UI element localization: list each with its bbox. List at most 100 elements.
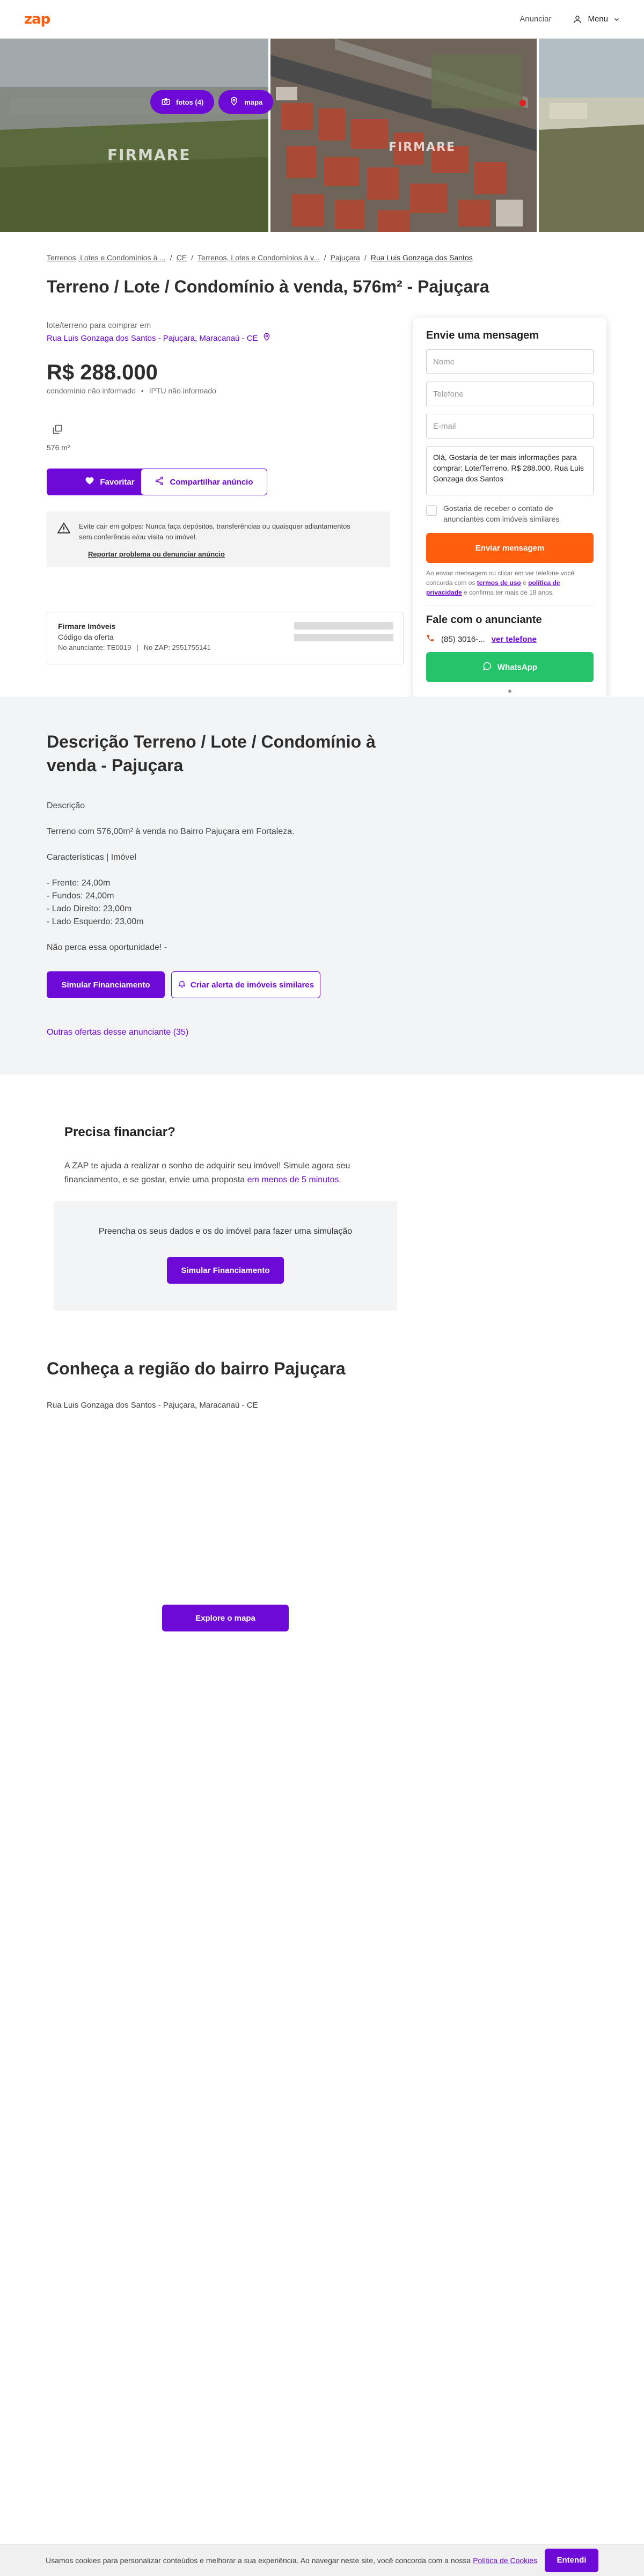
warning-icon bbox=[57, 522, 71, 536]
desc-line: Não perca essa oportunidade! - bbox=[47, 943, 167, 952]
terms-link[interactable]: termos de uso bbox=[477, 579, 521, 587]
similar-label: Gostaria de receber o contato de anuncia… bbox=[443, 504, 560, 523]
listing-address[interactable]: Rua Luis Gonzaga dos Santos - Pajuçara, … bbox=[47, 333, 271, 343]
desc-line: Características | Imóvel bbox=[47, 853, 136, 862]
talk-title: Fale com o anunciante bbox=[426, 614, 542, 626]
breadcrumb-item[interactable]: CE bbox=[177, 253, 187, 262]
announce-link[interactable]: Anunciar bbox=[519, 14, 551, 24]
share-label: Compartilhar anúncio bbox=[170, 477, 253, 487]
heart-icon bbox=[85, 476, 94, 488]
desc-line: Descrição bbox=[47, 801, 85, 810]
listing-subtitle: lote/terreno para comprar em bbox=[47, 321, 151, 330]
breadcrumb-separator: / bbox=[191, 253, 194, 262]
favorite-label: Favoritar bbox=[100, 477, 135, 487]
report-link[interactable]: Reportar problema ou denunciar anúncio bbox=[88, 550, 379, 558]
bell-icon bbox=[178, 979, 186, 990]
iptu-fee: IPTU não informado bbox=[149, 386, 216, 395]
see-phone-link[interactable]: ver telefone bbox=[492, 635, 537, 644]
description-body: Descrição Terreno com 576,00m² à venda n… bbox=[47, 800, 422, 967]
phone-icon bbox=[426, 634, 435, 645]
email-field[interactable]: E-mail bbox=[426, 414, 594, 438]
map-pin-icon bbox=[262, 333, 271, 343]
other-offers-link[interactable]: Outras ofertas desse anunciante (35) bbox=[47, 1028, 188, 1037]
region-address: Rua Luis Gonzaga dos Santos - Pajuçara, … bbox=[47, 1401, 258, 1410]
finance-highlight: em menos de 5 minutos. bbox=[247, 1175, 341, 1184]
cookie-accept-button[interactable]: Entendi bbox=[545, 2548, 598, 2572]
breadcrumb: Terrenos, Lotes e Condomínios à ... / CE… bbox=[47, 253, 473, 262]
name-field[interactable]: Nome bbox=[426, 349, 594, 374]
photos-button[interactable]: fotos (4) bbox=[150, 90, 215, 114]
condo-fee: condomínio não informado bbox=[47, 386, 136, 395]
menu-button[interactable]: Menu bbox=[573, 14, 620, 24]
finance-box-text: Preencha os seus dados e os do imóvel pa… bbox=[98, 1227, 353, 1236]
top-header: zap Anunciar Menu bbox=[0, 0, 644, 39]
desc-line: Terreno com 576,00m² à venda no Bairro P… bbox=[47, 827, 295, 836]
whatsapp-icon bbox=[482, 661, 492, 673]
whatsapp-button[interactable]: WhatsApp bbox=[426, 652, 594, 682]
legal-part: e bbox=[523, 579, 526, 587]
desc-line: - Frente: 24,00m bbox=[47, 879, 111, 888]
similar-checkbox[interactable] bbox=[426, 505, 437, 516]
photo-3-scene bbox=[539, 39, 644, 232]
scam-warning: Evite cair em golpes: Nunca faça depósit… bbox=[47, 511, 390, 567]
explore-map-button[interactable]: Explore o mapa bbox=[162, 1605, 289, 1631]
desc-line: - Lado Direito: 23,00m bbox=[47, 904, 132, 913]
create-alert-button[interactable]: Criar alerta de imóveis similares bbox=[171, 971, 320, 998]
send-message-button[interactable]: Enviar mensagem bbox=[426, 533, 594, 563]
map-pin-icon bbox=[229, 97, 239, 108]
simulate-financing-button[interactable]: Simular Financiamento bbox=[47, 971, 165, 998]
fees: condomínio não informado • IPTU não info… bbox=[47, 386, 216, 395]
phone-partial: (85) 3016-... bbox=[441, 634, 485, 644]
phone-field[interactable]: Telefone bbox=[426, 382, 594, 406]
photo-gallery: FIRMARE FIRMARE fotos (4) mapa bbox=[0, 39, 644, 232]
finance-text: A ZAP te ajuda a realizar o sonho de adq… bbox=[64, 1159, 365, 1187]
share-button[interactable]: Compartilhar anúncio bbox=[141, 469, 267, 495]
address-text: Rua Luis Gonzaga dos Santos - Pajuçara, … bbox=[47, 333, 258, 343]
breadcrumb-item[interactable]: Pajuçara bbox=[331, 253, 360, 262]
message-field[interactable]: Olá, Gostaria de ter mais informações pa… bbox=[426, 446, 594, 495]
legal-text: Ao enviar mensagem ou clicar em ver tele… bbox=[426, 568, 594, 597]
advertiser-logo-placeholder bbox=[294, 622, 393, 650]
photo-1-scene bbox=[0, 39, 268, 232]
photo-2-aerial bbox=[270, 39, 537, 232]
desc-line: - Lado Esquerdo: 23,00m bbox=[47, 917, 144, 926]
breadcrumb-separator: / bbox=[170, 253, 172, 262]
desc-line: - Fundos: 24,00m bbox=[47, 891, 114, 901]
zap-logo[interactable]: zap bbox=[24, 11, 50, 27]
breadcrumb-item-current[interactable]: Rua Luis Gonzaga dos Santos bbox=[371, 253, 473, 262]
phone-row: (85) 3016-... ver telefone bbox=[426, 634, 594, 645]
legal-part: e confirma ter mais de 18 anos. bbox=[464, 589, 554, 596]
breadcrumb-separator: / bbox=[364, 253, 367, 262]
zap-id: No ZAP: 2551755141 bbox=[143, 643, 211, 652]
breadcrumb-item[interactable]: Terrenos, Lotes e Condomínios à ... bbox=[47, 253, 166, 262]
area-value: 576 m² bbox=[47, 443, 70, 452]
id-separator: | bbox=[136, 643, 138, 652]
menu-label: Menu bbox=[588, 14, 608, 24]
advertiser-card: Firmare Imóveis Código da oferta No anun… bbox=[47, 612, 404, 664]
photo-3[interactable] bbox=[539, 39, 644, 232]
photo-2[interactable]: FIRMARE bbox=[270, 39, 537, 232]
share-icon bbox=[155, 476, 164, 488]
watermark-2: FIRMARE bbox=[389, 141, 456, 154]
bullet: • bbox=[141, 386, 144, 395]
warning-text: Evite cair em golpes: Nunca faça depósit… bbox=[79, 522, 350, 541]
finance-box: Preencha os seus dados e os do imóvel pa… bbox=[54, 1201, 397, 1311]
region-title: Conheça a região do bairro Pajuçara bbox=[47, 1359, 346, 1378]
map-button[interactable]: mapa bbox=[218, 90, 274, 114]
chevron-down-icon bbox=[613, 16, 620, 23]
breadcrumb-separator: / bbox=[324, 253, 326, 262]
finance-title: Precisa financiar? bbox=[64, 1125, 175, 1139]
contact-card: Envie uma mensagem Nome Telefone E-mail … bbox=[413, 318, 606, 720]
photos-label: fotos (4) bbox=[176, 98, 204, 106]
contact-title: Envie uma mensagem bbox=[426, 330, 539, 341]
finance-simulate-button[interactable]: Simular Financiamento bbox=[167, 1257, 284, 1284]
map-label: mapa bbox=[244, 98, 263, 106]
photo-1[interactable]: FIRMARE bbox=[0, 39, 268, 232]
cookie-banner: Usamos cookies para personalizar conteúd… bbox=[0, 2544, 644, 2576]
breadcrumb-item[interactable]: Terrenos, Lotes e Condomínios à v... bbox=[197, 253, 320, 262]
listing-price: R$ 288.000 bbox=[47, 361, 158, 384]
cookie-policy-link[interactable]: Política de Cookies bbox=[473, 2556, 537, 2565]
advertiser-id: No anunciante: TE0019 bbox=[58, 643, 131, 652]
camera-icon bbox=[161, 97, 171, 108]
similar-contact-option: Gostaria de receber o contato de anuncia… bbox=[426, 503, 594, 524]
